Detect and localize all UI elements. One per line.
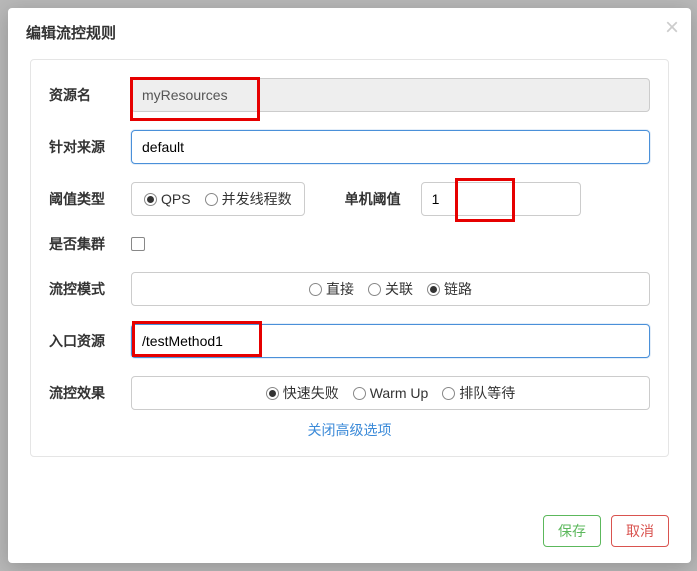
label-threshold-type: 阈值类型: [49, 189, 131, 209]
radio-mode-chain[interactable]: 链路: [427, 279, 472, 299]
row-threshold: 阈值类型 QPS 并发线程数 单机阈值: [49, 182, 650, 216]
threshold-type-radio-group: QPS 并发线程数: [131, 182, 305, 216]
entry-resource-input[interactable]: [131, 324, 650, 358]
radio-label: 快速失败: [283, 383, 339, 403]
label-origin: 针对来源: [49, 137, 131, 157]
radio-dot-icon: [309, 283, 322, 296]
radio-dot-icon: [368, 283, 381, 296]
origin-input[interactable]: [131, 130, 650, 164]
edit-flow-rule-modal: 编辑流控规则 × 资源名 针对来源 阈值类型: [8, 8, 691, 563]
row-origin: 针对来源: [49, 130, 650, 164]
radio-qps[interactable]: QPS: [144, 191, 191, 207]
mode-radio-group: 直接 关联 链路: [131, 272, 650, 306]
cluster-checkbox[interactable]: [131, 237, 145, 251]
radio-dot-icon: [442, 387, 455, 400]
radio-label: 直接: [326, 279, 354, 299]
radio-dot-icon: [205, 193, 218, 206]
effect-radio-group: 快速失败 Warm Up 排队等待: [131, 376, 650, 410]
form-panel: 资源名 针对来源 阈值类型 QPS: [30, 59, 669, 457]
row-cluster: 是否集群: [49, 234, 650, 254]
save-button[interactable]: 保存: [543, 515, 601, 547]
radio-label: QPS: [161, 191, 191, 207]
radio-mode-direct[interactable]: 直接: [309, 279, 354, 299]
resource-input: [131, 78, 650, 112]
row-entry: 入口资源: [49, 324, 650, 358]
close-advanced-link[interactable]: 关闭高级选项: [308, 422, 392, 438]
modal-body: 资源名 针对来源 阈值类型 QPS: [8, 53, 691, 501]
advanced-toggle-row: 关闭高级选项: [49, 420, 650, 440]
modal-title: 编辑流控规则: [26, 22, 673, 43]
radio-dot-icon: [266, 387, 279, 400]
label-cluster: 是否集群: [49, 234, 131, 254]
label-resource: 资源名: [49, 85, 131, 105]
radio-label: 排队等待: [459, 383, 515, 403]
radio-label: Warm Up: [370, 385, 429, 401]
modal-footer: 保存 取消: [8, 501, 691, 563]
radio-label: 并发线程数: [222, 189, 292, 209]
radio-mode-relate[interactable]: 关联: [368, 279, 413, 299]
row-effect: 流控效果 快速失败 Warm Up 排队等待: [49, 376, 650, 410]
radio-label: 关联: [385, 279, 413, 299]
single-threshold-input[interactable]: [421, 182, 581, 216]
cancel-button[interactable]: 取消: [611, 515, 669, 547]
radio-concurrent-threads[interactable]: 并发线程数: [205, 189, 292, 209]
radio-label: 链路: [444, 279, 472, 299]
close-icon[interactable]: ×: [665, 16, 679, 40]
label-entry: 入口资源: [49, 331, 131, 351]
row-resource: 资源名: [49, 78, 650, 112]
radio-dot-icon: [144, 193, 157, 206]
radio-effect-queue[interactable]: 排队等待: [442, 383, 515, 403]
radio-effect-warmup[interactable]: Warm Up: [353, 385, 429, 401]
radio-effect-fastfail[interactable]: 快速失败: [266, 383, 339, 403]
label-mode: 流控模式: [49, 279, 131, 299]
row-mode: 流控模式 直接 关联 链路: [49, 272, 650, 306]
label-single-threshold: 单机阈值: [345, 189, 401, 209]
radio-dot-icon: [353, 387, 366, 400]
label-effect: 流控效果: [49, 383, 131, 403]
radio-dot-icon: [427, 283, 440, 296]
modal-header: 编辑流控规则 ×: [8, 8, 691, 53]
